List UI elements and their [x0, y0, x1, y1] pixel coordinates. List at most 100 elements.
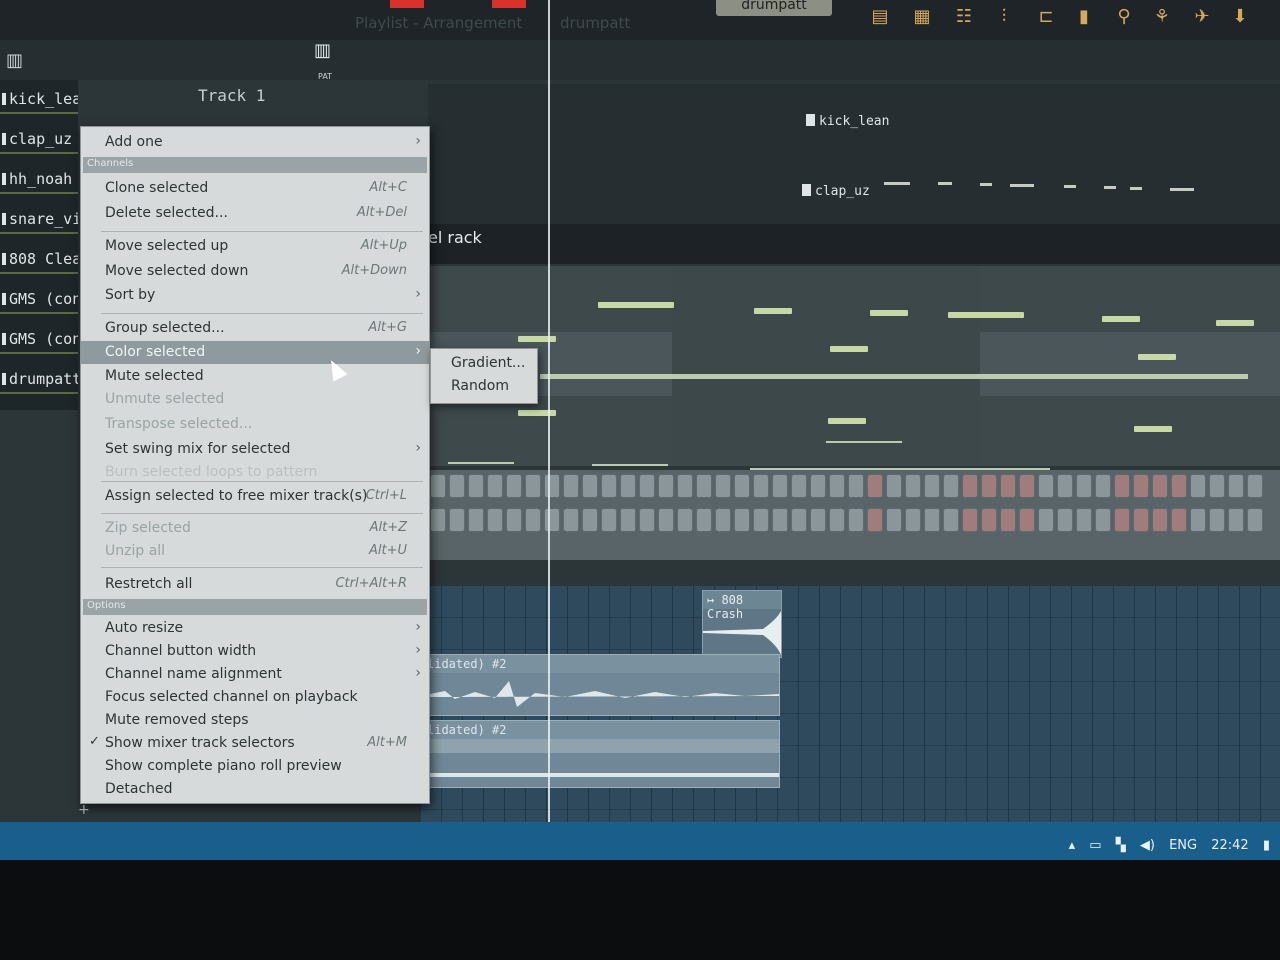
step-button[interactable]: [943, 474, 959, 498]
channel-button[interactable]: kick_lean: [0, 80, 78, 114]
step-button[interactable]: [696, 508, 712, 532]
step-button[interactable]: [601, 508, 617, 532]
playhead[interactable]: [548, 0, 550, 860]
step-button[interactable]: [962, 474, 978, 498]
clip-label-kick[interactable]: kick_lean: [806, 114, 889, 129]
submenu-gradient[interactable]: Gradient...: [451, 355, 525, 371]
step-button[interactable]: [753, 508, 769, 532]
menu-move-down[interactable]: Move selected down Alt+Down: [81, 260, 429, 283]
menu-unzip-all[interactable]: Unzip all Alt+U: [81, 540, 429, 563]
step-button[interactable]: [1019, 474, 1035, 498]
submenu-random[interactable]: Random: [451, 378, 509, 394]
step-button[interactable]: [734, 474, 750, 498]
crash-clip[interactable]: ↦ 808 Crash: [702, 590, 782, 658]
channel-rack-titlebar[interactable]: [428, 224, 1280, 264]
menu-button-width[interactable]: Channel button width ›: [81, 640, 429, 663]
channel-button[interactable]: 808 Clea: [0, 240, 78, 274]
step-button[interactable]: [1228, 474, 1244, 498]
step-button[interactable]: [563, 474, 579, 498]
playlist-icon[interactable]: ▤: [868, 2, 892, 32]
step-button[interactable]: [1209, 474, 1225, 498]
menu-color-selected[interactable]: Color selected ›: [81, 341, 429, 364]
step-button[interactable]: [582, 474, 598, 498]
wizard-icon[interactable]: ✈: [1190, 2, 1214, 32]
step-button[interactable]: [449, 508, 465, 532]
step-button[interactable]: [848, 474, 864, 498]
step-button[interactable]: [1000, 508, 1016, 532]
step-button[interactable]: [1171, 508, 1187, 532]
step-button[interactable]: [791, 474, 807, 498]
power-icon[interactable]: ▭: [1089, 838, 1101, 853]
step-button[interactable]: [829, 474, 845, 498]
volume-icon[interactable]: ◀): [1140, 838, 1155, 853]
browser-icon[interactable]: ⊏: [1034, 2, 1058, 32]
step-button[interactable]: [981, 474, 997, 498]
step-button[interactable]: [544, 474, 560, 498]
step-button[interactable]: [468, 474, 484, 498]
download-icon[interactable]: ⬇: [1228, 2, 1252, 32]
channel-button[interactable]: clap_uz: [0, 120, 78, 154]
step-button[interactable]: [1152, 508, 1168, 532]
file-icon[interactable]: ▮: [1072, 2, 1096, 32]
step-button[interactable]: [525, 508, 541, 532]
step-button[interactable]: [886, 474, 902, 498]
audio-clip[interactable]: lidated) #2: [424, 654, 780, 716]
step-button[interactable]: [1209, 508, 1225, 532]
step-button[interactable]: [753, 474, 769, 498]
tempo-icon[interactable]: ⚘: [1150, 2, 1174, 32]
step-button[interactable]: [639, 508, 655, 532]
step-button[interactable]: [582, 508, 598, 532]
piano-icon[interactable]: ▥: [6, 50, 23, 71]
step-button[interactable]: [1057, 508, 1073, 532]
menu-zip-selected[interactable]: Zip selected Alt+Z: [81, 517, 429, 540]
step-button[interactable]: [1133, 508, 1149, 532]
step-button[interactable]: [848, 508, 864, 532]
menu-assign-mixer[interactable]: Assign selected to free mixer track(s) Ct…: [81, 485, 429, 508]
step-button[interactable]: [677, 474, 693, 498]
step-button[interactable]: [772, 474, 788, 498]
step-button[interactable]: [810, 508, 826, 532]
step-button[interactable]: [620, 508, 636, 532]
step-button[interactable]: [867, 474, 883, 498]
step-button[interactable]: [1247, 508, 1263, 532]
step-button[interactable]: [1038, 508, 1054, 532]
plugin-icon[interactable]: ⚲: [1112, 2, 1136, 32]
menu-show-mixer[interactable]: ✓ Show mixer track selectors Alt+M: [81, 732, 429, 755]
step-button[interactable]: [639, 474, 655, 498]
pattern-selector[interactable]: drumpatt: [716, 0, 832, 16]
step-button[interactable]: [449, 474, 465, 498]
step-button[interactable]: [1171, 474, 1187, 498]
step-button[interactable]: [601, 474, 617, 498]
menu-delete-selected[interactable]: Delete selected... Alt+Del: [81, 202, 429, 225]
step-button[interactable]: [1114, 508, 1130, 532]
step-button[interactable]: [829, 508, 845, 532]
step-button[interactable]: [1038, 474, 1054, 498]
menu-auto-resize[interactable]: Auto resize ›: [81, 617, 429, 640]
mixer-icon[interactable]: ⫶: [992, 2, 1016, 32]
menu-transpose-selected[interactable]: Transpose selected...: [81, 413, 429, 436]
menu-focus-selected[interactable]: Focus selected channel on playback: [81, 686, 429, 709]
menu-group-selected[interactable]: Group selected... Alt+G: [81, 317, 429, 340]
step-button[interactable]: [487, 508, 503, 532]
clock[interactable]: 22:42: [1211, 838, 1248, 853]
step-button[interactable]: [1247, 474, 1263, 498]
step-button[interactable]: [734, 508, 750, 532]
step-button[interactable]: [905, 508, 921, 532]
menu-show-piano-roll[interactable]: Show complete piano roll preview: [81, 755, 429, 778]
piano-roll-icon[interactable]: ▦: [910, 2, 934, 32]
step-button[interactable]: [1095, 474, 1111, 498]
step-button[interactable]: [981, 508, 997, 532]
menu-sort-by[interactable]: Sort by ›: [81, 284, 429, 307]
network-icon[interactable]: ▚: [1116, 838, 1126, 853]
step-button[interactable]: [924, 474, 940, 498]
channel-button[interactable]: drumpatt: [0, 360, 78, 394]
step-button[interactable]: [1076, 474, 1092, 498]
menu-swing-mix[interactable]: Set swing mix for selected ›: [81, 438, 429, 461]
step-button[interactable]: [1057, 474, 1073, 498]
step-button[interactable]: [1190, 474, 1206, 498]
step-button[interactable]: [1152, 474, 1168, 498]
step-button[interactable]: [1228, 508, 1244, 532]
channel-button[interactable]: GMS (con: [0, 280, 78, 314]
step-button[interactable]: [468, 508, 484, 532]
step-button[interactable]: [487, 474, 503, 498]
